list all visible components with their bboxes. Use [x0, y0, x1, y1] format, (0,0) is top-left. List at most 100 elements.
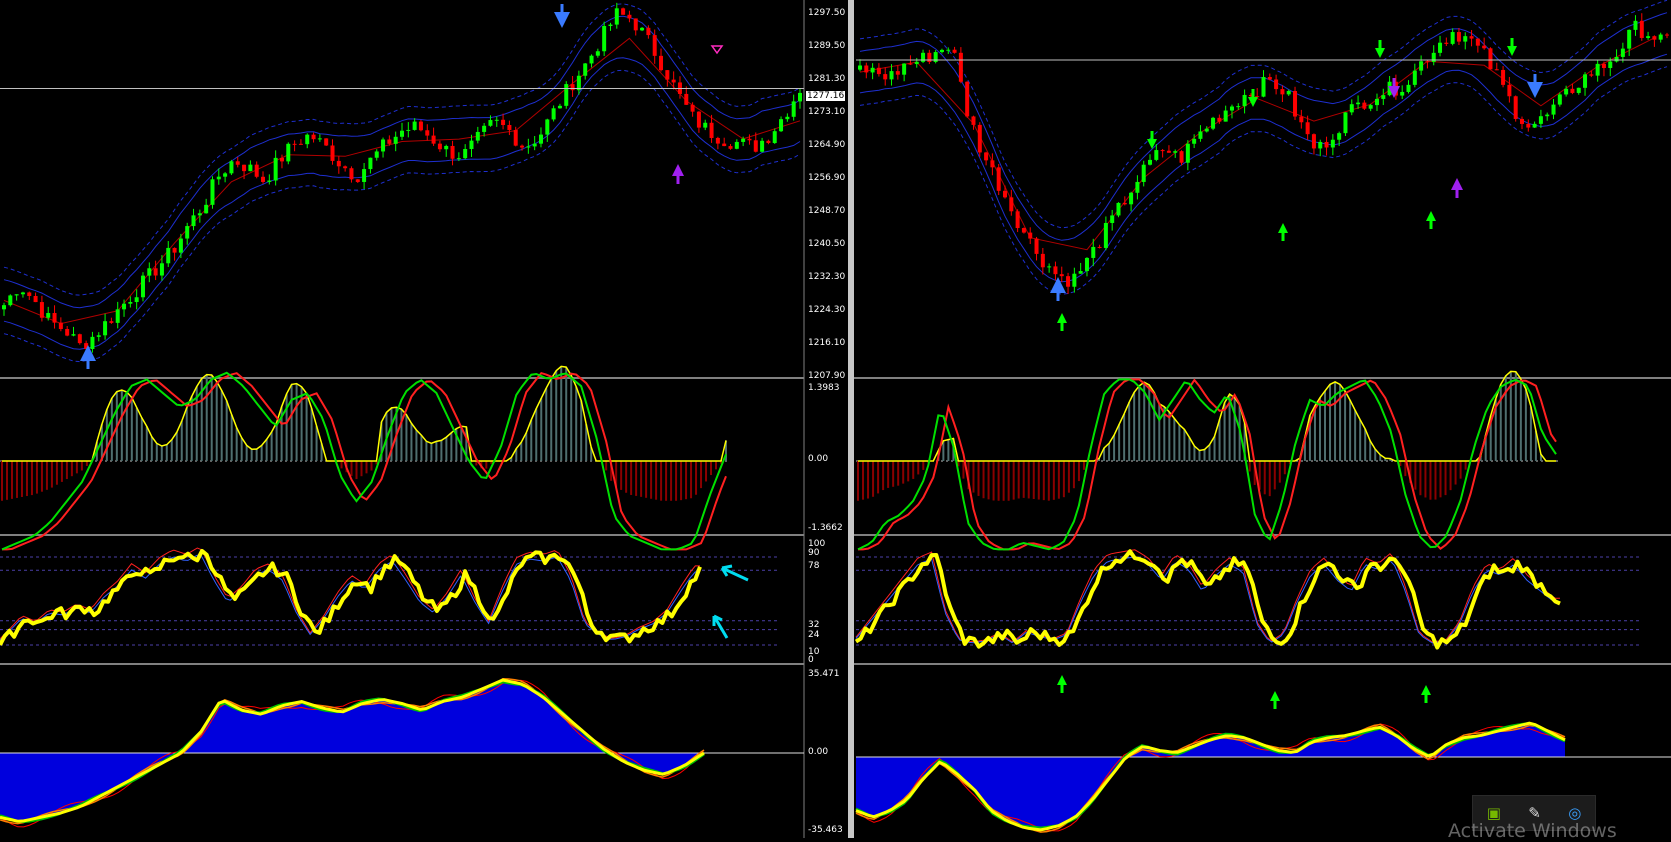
right-candle-body — [870, 67, 875, 73]
left-candle-body — [463, 149, 468, 159]
right-candle-body — [1419, 61, 1424, 71]
right-candle-body — [1551, 104, 1556, 115]
stoch-tick: 0 — [808, 655, 814, 665]
right-candle-body — [1179, 151, 1184, 163]
trading-charts — [0, 0, 1671, 838]
right-candle-body — [1072, 273, 1077, 287]
stoch-tick: 78 — [808, 561, 820, 571]
left-candle-body — [128, 302, 133, 304]
right-sell-arrow-green-icon — [1248, 97, 1258, 107]
left-candle-body — [223, 173, 228, 177]
nvidia-icon[interactable]: ▣ — [1487, 805, 1501, 821]
left-candle-body — [2, 305, 6, 310]
left-candle-body — [311, 134, 316, 140]
left-candle-body — [115, 309, 120, 323]
left-macd-outline — [2, 365, 727, 462]
right-candle-body — [1229, 106, 1234, 111]
left-candle-body — [90, 336, 95, 350]
price-tick: 1289.50 — [808, 41, 846, 51]
network-icon[interactable]: ◎ — [1568, 805, 1581, 821]
macd-tick: 0.00 — [808, 454, 829, 464]
right-candle-body — [1488, 48, 1493, 70]
right-candle-body — [1122, 202, 1127, 205]
left-candle-body — [273, 157, 278, 181]
left-candle-body — [235, 161, 240, 165]
left-candle-body — [254, 164, 259, 177]
right-candle-body — [1639, 20, 1644, 38]
left-candle-body — [191, 215, 196, 227]
left-candle-body — [46, 313, 51, 318]
left-candle-body — [532, 143, 537, 147]
left-candle-body — [608, 24, 613, 27]
left-candle-body — [507, 125, 512, 130]
right-candle-body — [1135, 181, 1140, 193]
right-candle-body — [1129, 192, 1134, 205]
right-candle-body — [1034, 238, 1039, 254]
right-candle-body — [1066, 276, 1071, 287]
left-envelope-band — [3, 3, 801, 296]
right-candle-body — [1293, 91, 1298, 117]
stoch-tick: 24 — [808, 630, 820, 640]
right-candle-body — [990, 160, 995, 168]
right-candle-body — [1261, 77, 1266, 97]
left-candle-body — [513, 129, 518, 146]
right-candle-body — [1236, 106, 1241, 108]
left-candle-body — [317, 138, 322, 140]
left-candle-body — [501, 119, 506, 126]
right-candle-body — [908, 63, 913, 65]
right-stoch-main-line — [854, 549, 1561, 650]
left-candle-body — [65, 329, 70, 336]
right-stoch-buy-arrow-icon — [1421, 685, 1431, 695]
left-candle-body — [140, 275, 145, 298]
right-candle-body — [1627, 29, 1632, 49]
right-candle-body — [1463, 36, 1468, 42]
right-candle-body — [1305, 122, 1310, 135]
left-candle-body — [286, 143, 291, 162]
left-candle-body — [728, 146, 733, 149]
price-tick: 1207.90 — [808, 371, 846, 381]
right-candle-body — [996, 167, 1001, 191]
annotation-arrow-icon — [720, 564, 749, 582]
left-candle-body — [621, 8, 626, 15]
right-candle-body — [1601, 63, 1606, 69]
right-candle-body — [889, 71, 894, 80]
right-buy-arrow-green-icon — [1057, 313, 1067, 323]
right-candle-body — [1021, 228, 1026, 233]
screen-tool-icon[interactable]: ✎ — [1528, 805, 1541, 821]
left-candle-body — [418, 121, 423, 131]
left-candle-body — [261, 176, 266, 182]
left-candle-body — [381, 139, 386, 152]
left-candle-body — [393, 136, 398, 144]
stoch-tick: 90 — [808, 548, 820, 558]
left-candle-body — [753, 140, 758, 152]
left-candle-body — [640, 27, 645, 31]
right-candle-body — [1501, 69, 1506, 85]
right-candle-body — [1438, 42, 1443, 53]
left-candle-body — [343, 166, 348, 169]
right-candle-body — [984, 152, 989, 161]
right-candle-body — [1425, 61, 1430, 63]
right-macd-outline — [858, 370, 1556, 462]
left-candle-body — [671, 79, 676, 83]
left-candle-body — [722, 143, 727, 147]
right-candle-body — [858, 65, 862, 70]
right-candle-body — [902, 63, 907, 75]
right-candle-body — [1173, 151, 1178, 153]
left-candle-body — [564, 84, 569, 106]
left-candle-body — [242, 164, 247, 172]
right-candle-body — [1337, 133, 1342, 140]
right-candle-body — [1652, 36, 1657, 40]
right-candle-body — [1564, 88, 1569, 95]
left-candle-body — [400, 130, 404, 137]
left-candle-body — [58, 322, 63, 330]
right-candle-body — [1148, 159, 1153, 165]
left-candle-body — [709, 122, 714, 138]
right-candle-body — [1198, 131, 1203, 139]
right-candle-body — [1204, 128, 1209, 132]
left-candle-body — [305, 134, 310, 145]
right-candle-body — [1583, 74, 1588, 88]
right-candle-body — [1053, 266, 1058, 275]
left-candle-body — [52, 313, 57, 323]
left-candle-body — [103, 321, 108, 336]
right-candle-body — [1015, 211, 1020, 229]
